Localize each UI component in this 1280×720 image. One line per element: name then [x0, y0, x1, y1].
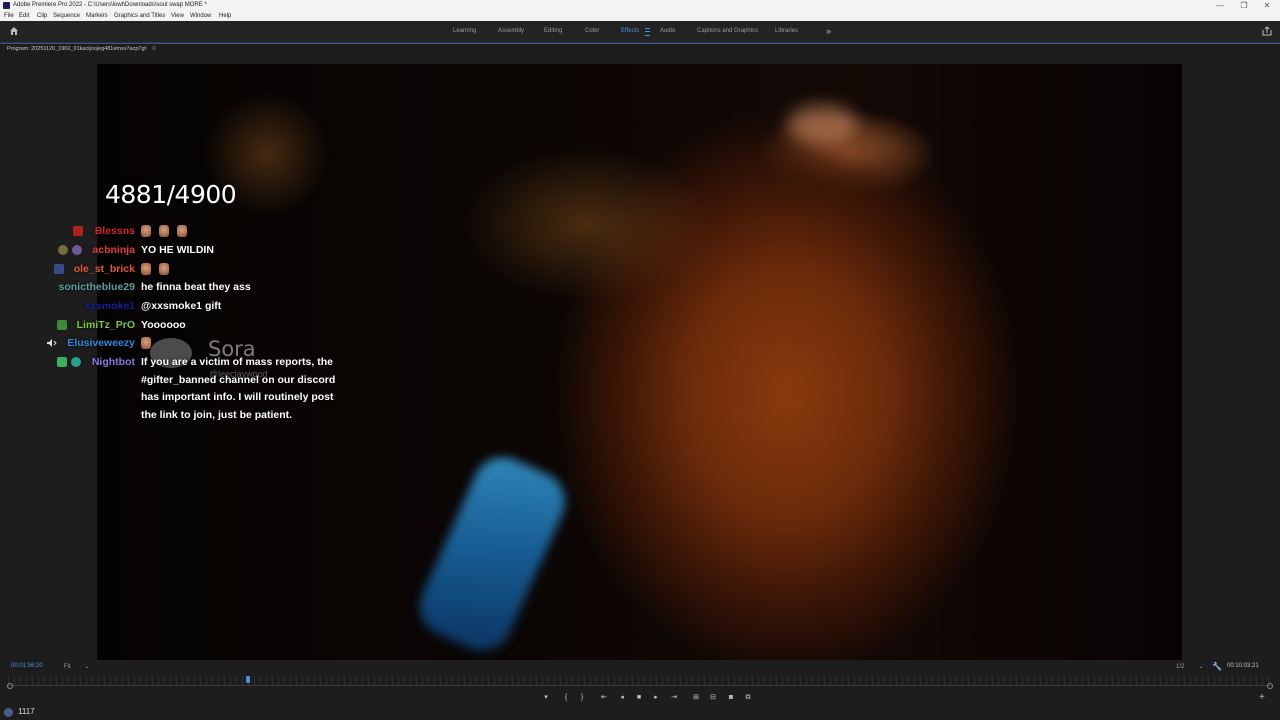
close-button[interactable]: ✕ — [1256, 0, 1278, 11]
menu-clip[interactable]: Clip — [37, 11, 47, 21]
window-title: Adobe Premiere Pro 2022 - C:\Users\lowt\… — [13, 2, 207, 8]
menu-markers[interactable]: Markers — [86, 11, 108, 21]
chat-username: sonictheblue29 — [58, 281, 135, 293]
settings-wrench-icon[interactable]: 🔧 — [1212, 662, 1222, 671]
chat-message: LimiTz_PrO Yoooooo — [0, 316, 350, 334]
bot-badge-icon — [71, 357, 81, 367]
button-editor-plus-icon[interactable]: + — [1259, 692, 1265, 703]
status-avatar-icon — [4, 708, 13, 717]
add-marker-button[interactable]: ▾ — [540, 692, 552, 704]
status-count: 1117 — [18, 707, 35, 716]
workspace-tab-learning[interactable]: Learning — [453, 21, 476, 42]
title-bar: Adobe Premiere Pro 2022 - C:\Users\lowt\… — [0, 0, 1280, 11]
video-highlight — [787, 104, 857, 144]
menu-view[interactable]: View — [171, 11, 184, 21]
minimize-button[interactable]: — — [1209, 0, 1231, 11]
menu-edit[interactable]: Edit — [19, 11, 29, 21]
emote-icon — [177, 225, 187, 238]
emote-icon — [159, 225, 169, 238]
chat-text: Yoooooo — [141, 319, 186, 331]
chat-badge-icon — [73, 226, 83, 236]
export-frame-camera-icon[interactable]: ◙ — [725, 692, 737, 704]
insert-button[interactable]: ⊞ — [690, 692, 702, 704]
chat-badge-icon — [54, 264, 64, 274]
panel-menu-icon[interactable]: ≡ — [152, 46, 156, 52]
emote-icon — [141, 225, 151, 238]
chat-username: Blessns — [94, 225, 135, 237]
chat-text: he finna beat they ass — [141, 281, 251, 293]
home-icon[interactable] — [9, 26, 19, 36]
playback-resolution-select[interactable]: 1/2 — [1176, 663, 1203, 670]
current-timecode[interactable]: 00:01:56:20 — [11, 663, 43, 669]
speaker-icon — [47, 339, 57, 347]
emote-icon — [141, 337, 151, 350]
emote-icon — [159, 263, 169, 276]
chat-username: xxsmoke1 — [84, 300, 135, 312]
chat-emotes — [141, 334, 159, 352]
stop-button[interactable]: ■ — [633, 692, 645, 704]
chat-text: If you are a victim of mass reports, the… — [141, 356, 336, 421]
workspace-tab-color[interactable]: Color — [585, 21, 599, 42]
zoom-handle-right[interactable] — [1267, 683, 1273, 689]
mark-out-button[interactable]: } — [576, 692, 588, 704]
menu-graphics-and-titles[interactable]: Graphics and Titles — [114, 11, 165, 21]
overwrite-button[interactable]: ⊟ — [707, 692, 719, 704]
chat-text: YO HE WILDIN — [141, 244, 214, 256]
workspace-tab-captions-and-graphics[interactable]: Captions and Graphics — [697, 21, 758, 42]
status-bar — [0, 705, 1280, 720]
workspace-menu-icon[interactable] — [645, 28, 650, 36]
chat-badge-icon — [57, 320, 67, 330]
program-monitor-title[interactable]: Program: 20251120_1902_01kacijoojeg481em… — [7, 46, 146, 52]
duration-timecode: 00:10:03:21 — [1227, 663, 1259, 669]
comparison-view-icon[interactable]: ⧉ — [742, 692, 754, 704]
scrub-bar[interactable] — [8, 685, 1272, 686]
chat-message: acbninja YO HE WILDIN — [0, 241, 350, 259]
workspace-tab-audio[interactable]: Audio — [660, 21, 675, 42]
workspace-tab-editing[interactable]: Editing — [544, 21, 562, 42]
premiere-logo-icon — [3, 2, 10, 9]
menu-bar: File Edit Clip Sequence Markers Graphics… — [0, 11, 1280, 21]
chat-emotes — [141, 222, 195, 240]
more-workspaces-icon[interactable]: » — [826, 21, 831, 41]
menu-help[interactable]: Help — [219, 11, 231, 21]
chat-emotes — [141, 260, 177, 278]
chat-badge-icon — [72, 245, 82, 255]
emote-icon — [141, 263, 151, 276]
step-forward-button[interactable]: ▸ — [650, 692, 662, 704]
restore-button[interactable]: ❐ — [1233, 0, 1255, 11]
menu-window[interactable]: Window — [190, 11, 211, 21]
goal-counter: 4881/4900 — [105, 180, 237, 209]
chat-username: LimiTz_PrO — [76, 319, 135, 331]
mark-in-button[interactable]: { — [560, 692, 572, 704]
chat-text: @xxsmoke1 gift — [141, 300, 222, 312]
playhead[interactable] — [246, 676, 251, 683]
go-to-out-button[interactable]: ⇥ — [668, 692, 680, 704]
chat-username: acbninja — [92, 244, 135, 256]
share-icon[interactable] — [1262, 26, 1272, 36]
chat-badge-icon — [58, 245, 68, 255]
chat-message: Elusiveweezy — [0, 334, 350, 352]
zoom-handle-left[interactable] — [7, 683, 13, 689]
menu-sequence[interactable]: Sequence — [53, 11, 80, 21]
workspace-tab-assembly[interactable]: Assembly — [498, 21, 524, 42]
go-to-in-button[interactable]: ⇤ — [598, 692, 610, 704]
chat-message: sonictheblue29 he finna beat they ass — [0, 278, 350, 296]
step-back-button[interactable]: ◂ — [616, 692, 628, 704]
chat-message: xxsmoke1 @xxsmoke1 gift — [0, 297, 350, 315]
video-phone-blur — [410, 447, 575, 660]
chat-message: ole_st_brick — [0, 260, 350, 278]
chat-username: Nightbot — [91, 356, 135, 368]
chat-message: Blessns — [0, 222, 350, 240]
workspace-tab-effects[interactable]: Effects — [621, 21, 639, 42]
zoom-fit-select[interactable]: Fit — [64, 663, 90, 670]
workspaces-bar: Learning Assembly Editing Color Effects … — [0, 21, 1280, 43]
program-monitor-header: Program: 20251120_1902_01kacijoojeg481em… — [0, 43, 1280, 58]
cut-off-chat-line — [40, 216, 240, 219]
workspace-tab-libraries[interactable]: Libraries — [775, 21, 798, 42]
chat-username: Elusiveweezy — [67, 337, 135, 349]
verified-badge-icon — [57, 357, 67, 367]
chat-username: ole_st_brick — [73, 263, 135, 275]
menu-file[interactable]: File — [4, 11, 14, 21]
